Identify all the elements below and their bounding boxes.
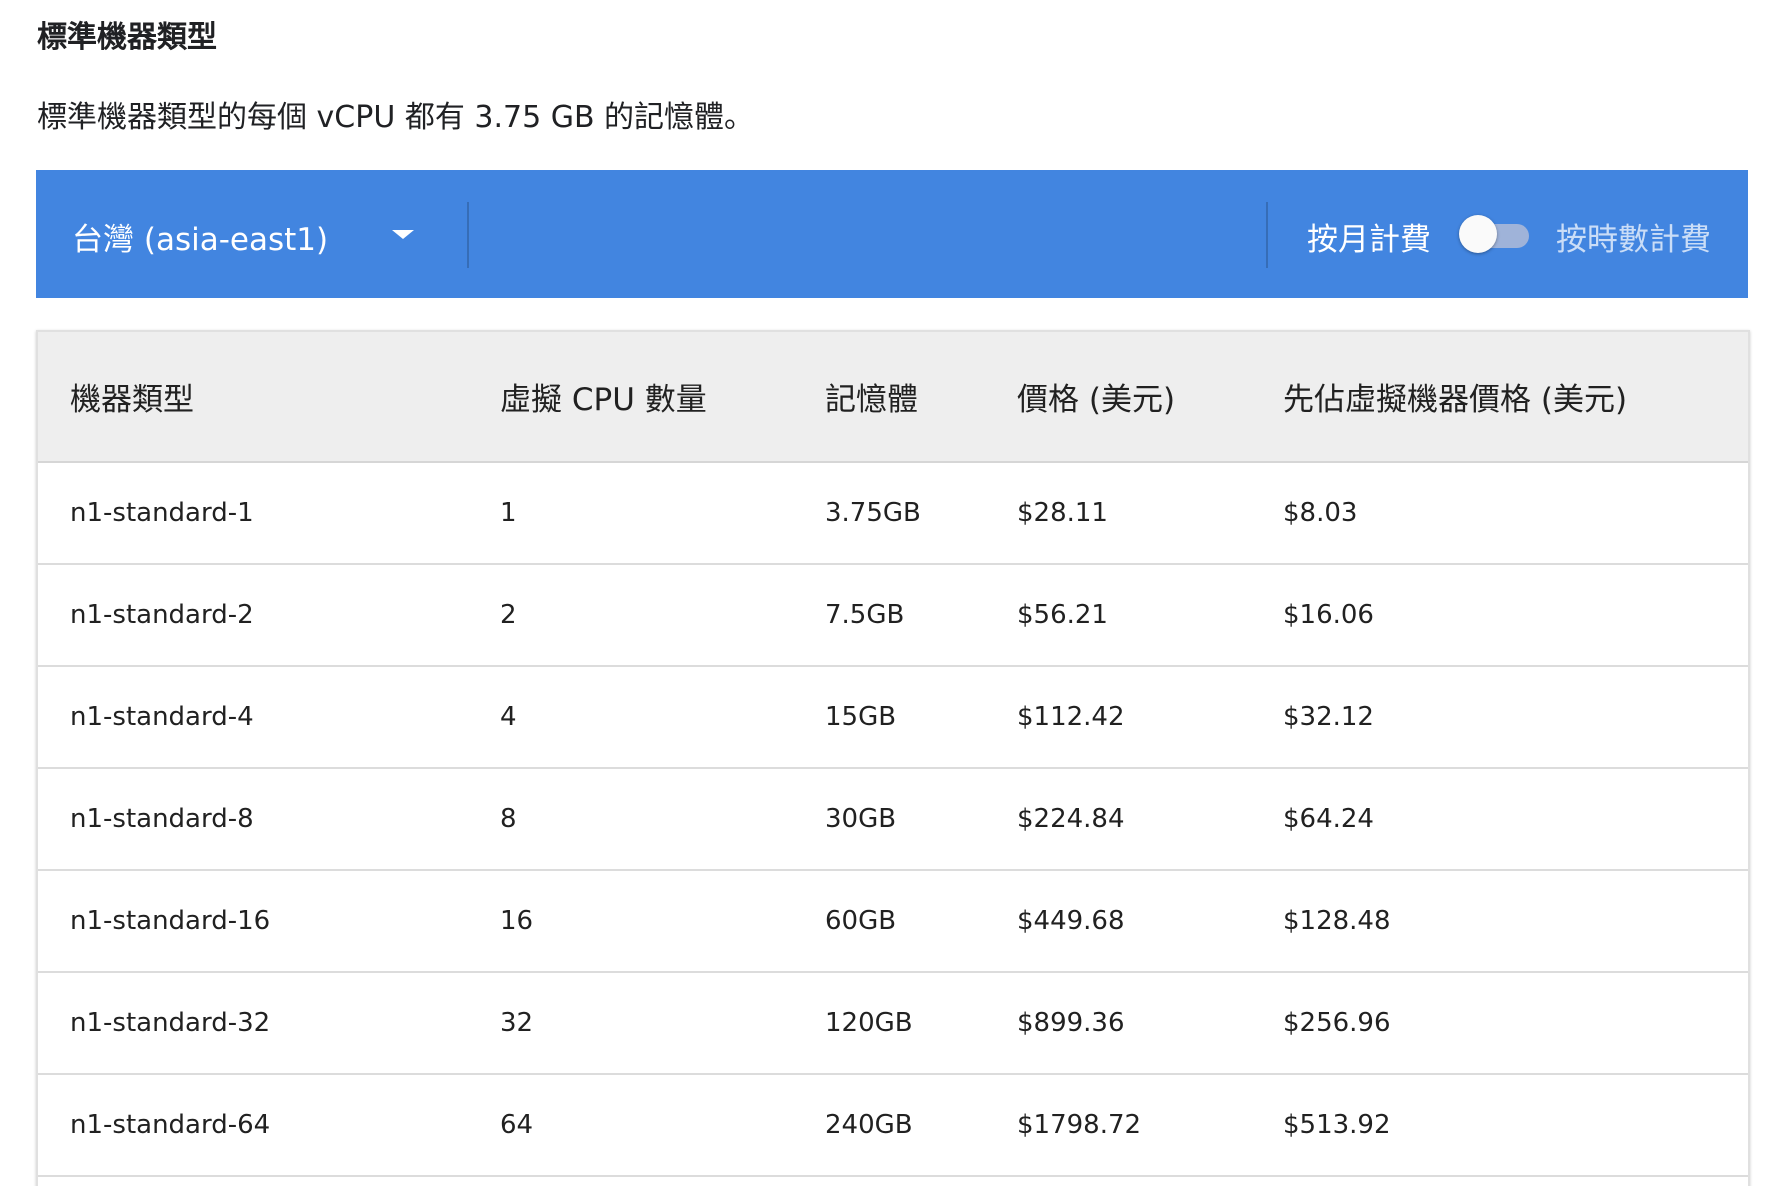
section-title: 標準機器類型 [37, 20, 217, 55]
cell-memory: 30GB [825, 768, 1017, 871]
billing-monthly-label[interactable]: 按月計費 [1307, 214, 1431, 259]
cell-preemptible-price: $128.48 [1283, 870, 1748, 973]
cell-vcpu: 64 [500, 1074, 825, 1177]
billing-toggle[interactable] [1459, 215, 1533, 253]
cell-memory: 15GB [825, 666, 1017, 769]
table-row: n1-standard-8 8 30GB $224.84 $64.24 [38, 768, 1748, 871]
column-header-vcpu: 虛擬 CPU 數量 [500, 332, 825, 463]
table-header-row: 機器類型 虛擬 CPU 數量 記憶體 價格 (美元) 先佔虛擬機器價格 (美元) [38, 332, 1748, 463]
cell-preemptible-price: $32.12 [1283, 666, 1748, 769]
toolbar-divider [467, 202, 469, 268]
cell-machine-type: n1-standard-8 [38, 768, 500, 871]
cell-vcpu: 4 [500, 666, 825, 769]
toggle-knob [1459, 215, 1497, 253]
cell-memory: 7.5GB [825, 564, 1017, 667]
cell-preemptible-price: $256.96 [1283, 972, 1748, 1075]
cell-preemptible-price: $16.06 [1283, 564, 1748, 667]
caret-down-icon [392, 230, 414, 239]
cell-preemptible-price: $64.24 [1283, 768, 1748, 871]
column-header-machine-type: 機器類型 [38, 332, 500, 463]
cell-vcpu: 1 [500, 462, 825, 565]
cell-machine-type: n1-standard-16 [38, 870, 500, 973]
cell-price: $1798.72 [1017, 1074, 1283, 1177]
table-row: n1-standard-64 64 240GB $1798.72 $513.92 [38, 1074, 1748, 1177]
cell-vcpu: 8 [500, 768, 825, 871]
cell-memory: 3.75GB [825, 462, 1017, 565]
cell-vcpu: 32 [500, 972, 825, 1075]
column-header-price: 價格 (美元) [1017, 332, 1283, 463]
cell-price: $112.42 [1017, 666, 1283, 769]
table-row: n1-standard-2 2 7.5GB $56.21 $16.06 [38, 564, 1748, 667]
cell-preemptible-price: $8.03 [1283, 462, 1748, 565]
cell-machine-type: n1-standard-64 [38, 1074, 500, 1177]
column-header-preemptible-price: 先佔虛擬機器價格 (美元) [1283, 332, 1748, 463]
column-header-memory: 記憶體 [825, 332, 1017, 463]
region-dropdown[interactable]: 台灣 (asia-east1) [36, 170, 468, 298]
section-description: 標準機器類型的每個 vCPU 都有 3.75 GB 的記憶體。 [37, 100, 755, 135]
toolbar-divider [1266, 202, 1268, 268]
table-row: n1-standard-32 32 120GB $899.36 $256.96 [38, 972, 1748, 1075]
region-label: 台灣 (asia-east1) [72, 222, 329, 258]
cell-vcpu: 2 [500, 564, 825, 667]
table-row: n1-standard-4 4 15GB $112.42 $32.12 [38, 666, 1748, 769]
cell-price: $28.11 [1017, 462, 1283, 565]
cell-memory: 120GB [825, 972, 1017, 1075]
pricing-table-card: 機器類型 虛擬 CPU 數量 記憶體 價格 (美元) 先佔虛擬機器價格 (美元)… [36, 330, 1750, 1186]
cell-memory: 240GB [825, 1074, 1017, 1177]
cell-preemptible-price: $513.92 [1283, 1074, 1748, 1177]
cell-memory: 60GB [825, 870, 1017, 973]
billing-hourly-label[interactable]: 按時數計費 [1556, 214, 1711, 259]
cell-machine-type: n1-standard-32 [38, 972, 500, 1075]
cell-price: $56.21 [1017, 564, 1283, 667]
cell-machine-type: n1-standard-2 [38, 564, 500, 667]
table-row: n1-standard-16 16 60GB $449.68 $128.48 [38, 870, 1748, 973]
pricing-table: 機器類型 虛擬 CPU 數量 記憶體 價格 (美元) 先佔虛擬機器價格 (美元)… [38, 332, 1748, 1177]
pricing-page: 標準機器類型 標準機器類型的每個 vCPU 都有 3.75 GB 的記憶體。 台… [0, 0, 1782, 1186]
cell-machine-type: n1-standard-1 [38, 462, 500, 565]
cell-price: $449.68 [1017, 870, 1283, 973]
cell-price: $224.84 [1017, 768, 1283, 871]
table-row: n1-standard-1 1 3.75GB $28.11 $8.03 [38, 462, 1748, 565]
cell-machine-type: n1-standard-4 [38, 666, 500, 769]
pricing-toolbar: 台灣 (asia-east1) 按月計費 按時數計費 [36, 170, 1748, 298]
cell-vcpu: 16 [500, 870, 825, 973]
cell-price: $899.36 [1017, 972, 1283, 1075]
